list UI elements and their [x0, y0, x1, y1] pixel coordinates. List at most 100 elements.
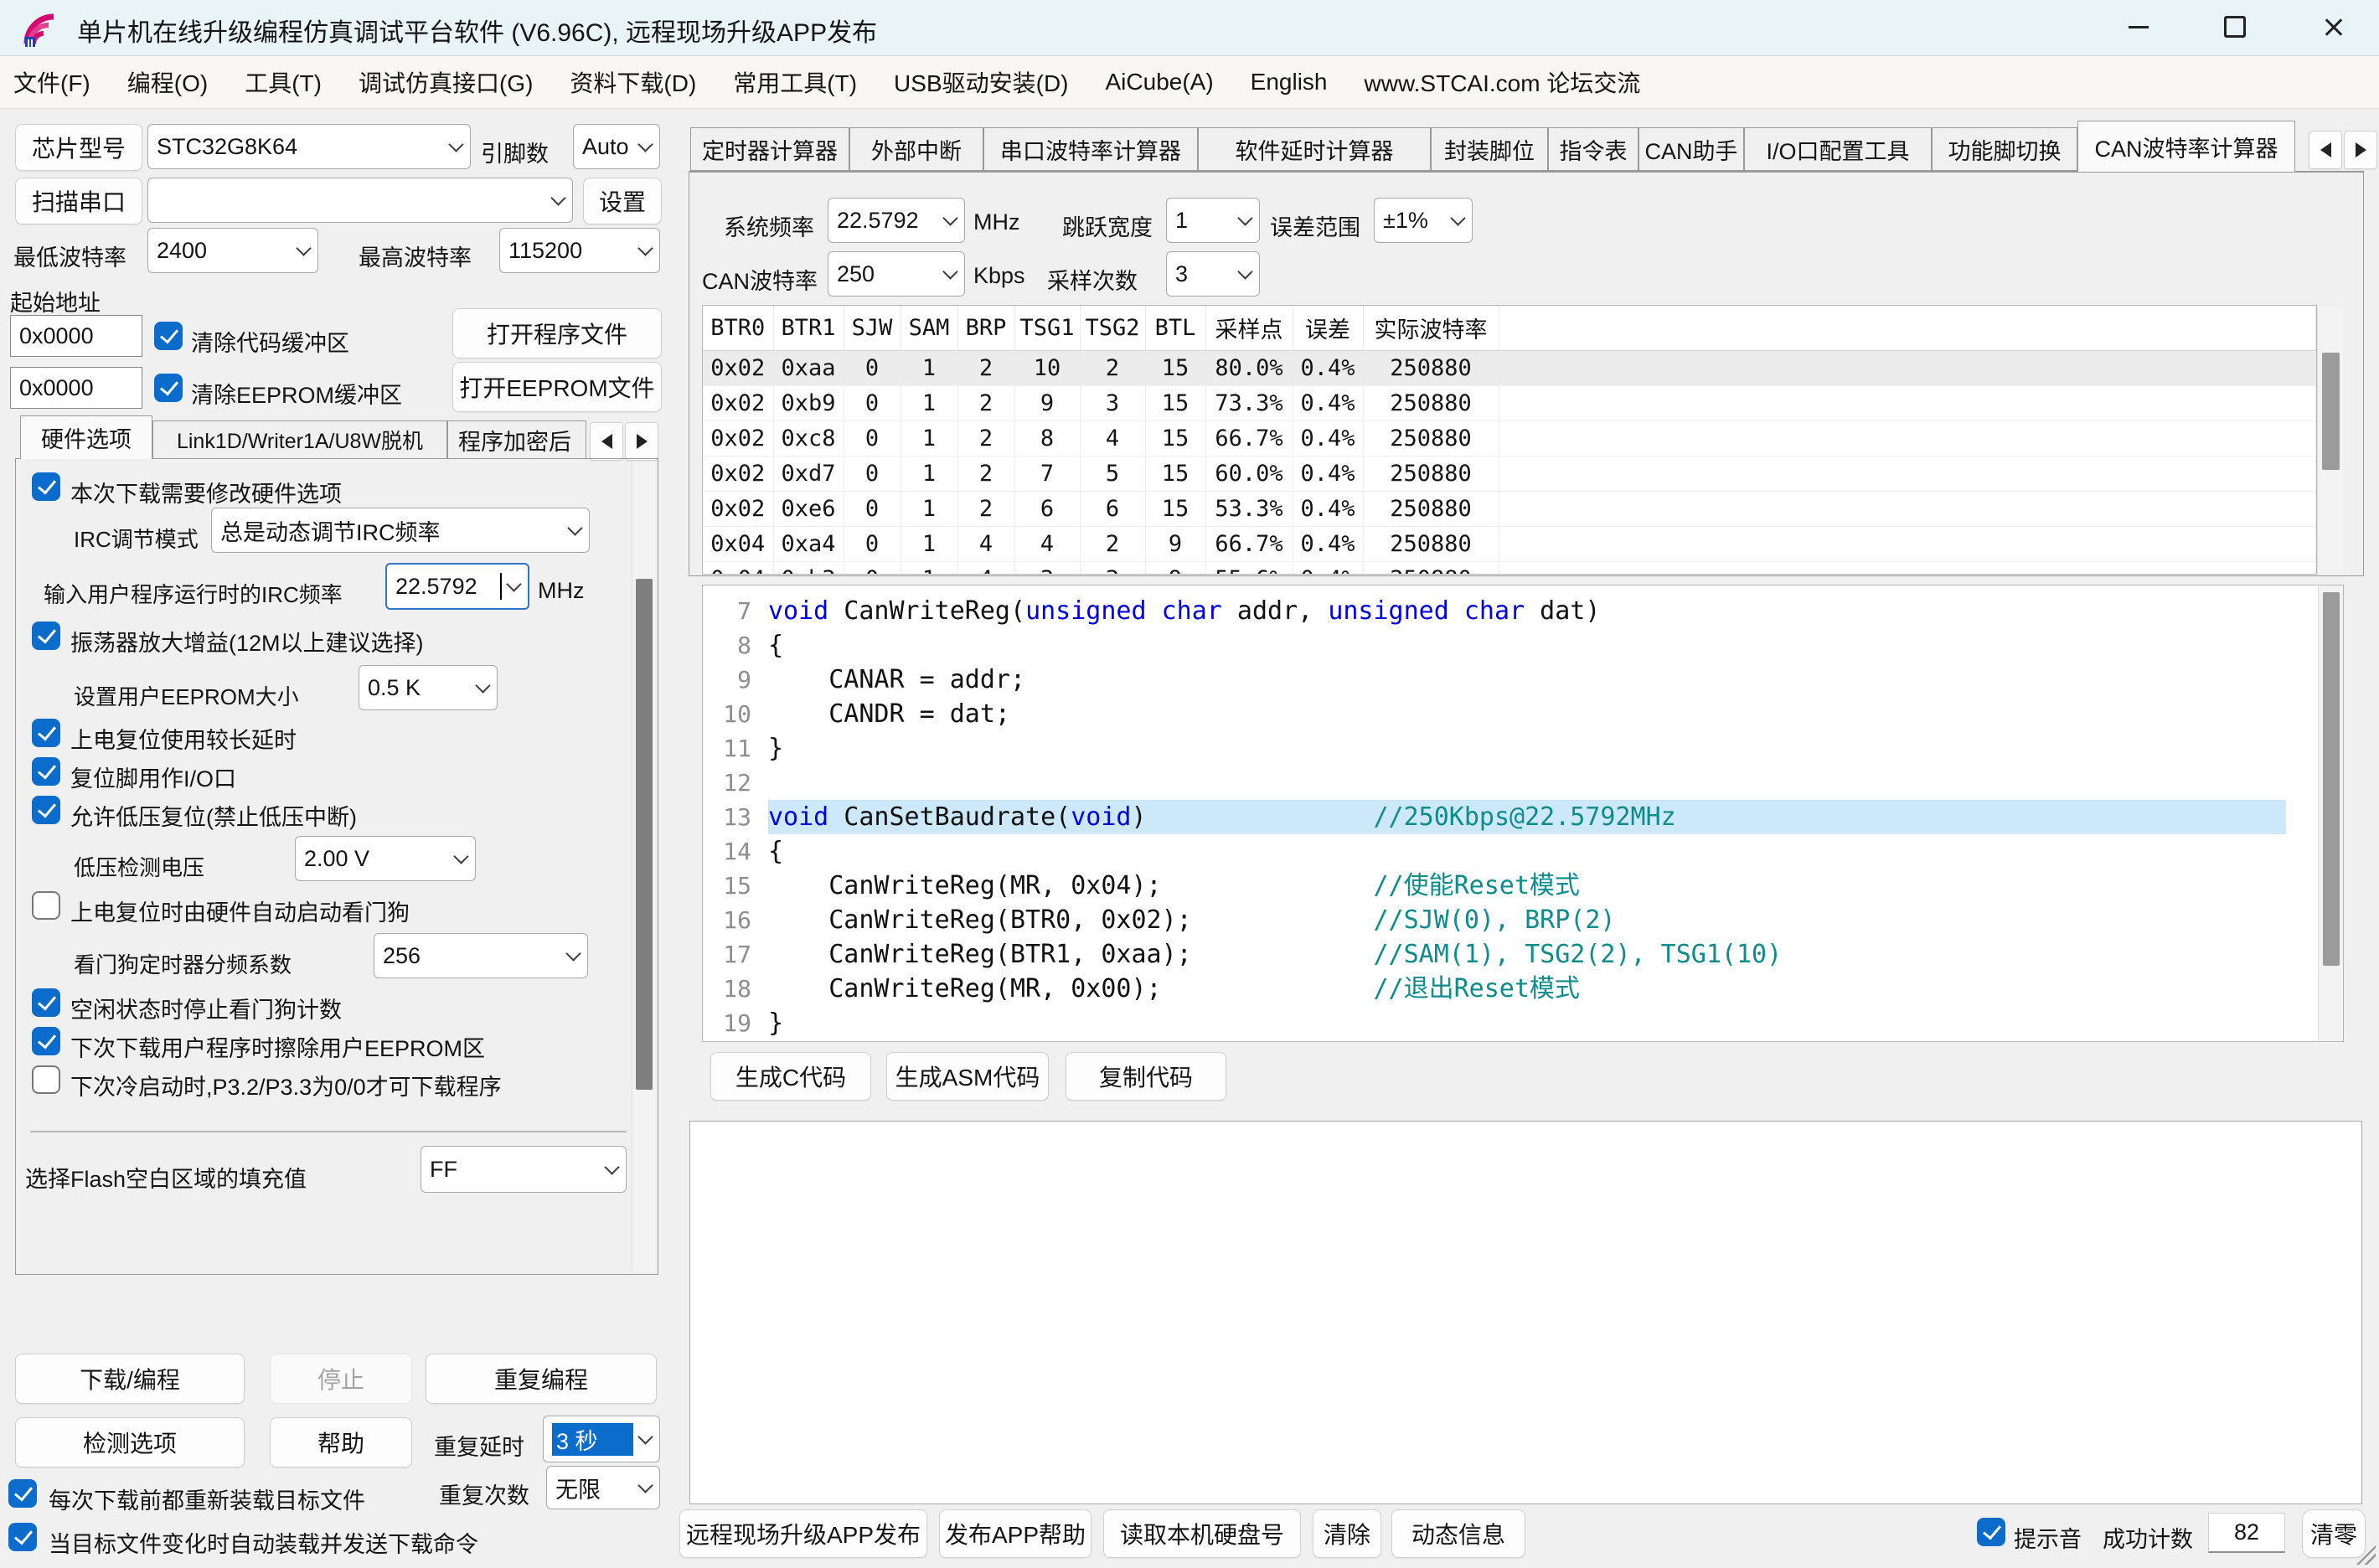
- lvd-select[interactable]: 2.00 V: [295, 836, 476, 881]
- can-baud-result-table[interactable]: BTR0 BTR1 SJW SAM BRP TSG1 TSG2 BTL 采样点 误差 实际波特率 0x…: [702, 305, 2317, 575]
- eeprom-size-select[interactable]: 0.5 K: [359, 665, 498, 710]
- clear-code-buffer-checkbox[interactable]: [154, 322, 183, 350]
- open-program-file-button[interactable]: 打开程序文件: [452, 308, 662, 358]
- code-viewer[interactable]: 67void CanWriteReg(unsigned char addr, u…: [702, 585, 2344, 1042]
- clear-log-button[interactable]: 清除: [1313, 1509, 1381, 1558]
- tab-offline-writer[interactable]: Link1D/Writer1A/U8W脱机: [152, 420, 447, 459]
- generate-c-code-button[interactable]: 生成C代码: [710, 1052, 871, 1101]
- menu-downloads[interactable]: 资料下载(D): [570, 65, 696, 99]
- resize-grip[interactable]: [2354, 1543, 2376, 1565]
- column-header[interactable]: SAM: [901, 306, 958, 351]
- eeprom-address-input[interactable]: 0x0000: [10, 367, 142, 409]
- output-log-panel[interactable]: [689, 1121, 2362, 1504]
- chip-model-button[interactable]: 芯片型号: [15, 124, 142, 171]
- column-header[interactable]: BRP: [957, 306, 1015, 351]
- tab-scroll-right-button[interactable]: [625, 422, 658, 461]
- dynamic-info-button[interactable]: 动态信息: [1391, 1509, 1525, 1558]
- wdt-idle-stop-checkbox[interactable]: [32, 988, 60, 1017]
- column-header[interactable]: SJW: [844, 306, 901, 351]
- por-delay-checkbox[interactable]: [32, 719, 60, 747]
- pin-count-select[interactable]: Auto: [573, 124, 660, 169]
- column-header[interactable]: TSG1: [1014, 306, 1081, 351]
- column-header[interactable]: BTR0: [703, 306, 774, 351]
- table-row[interactable]: 0x02 0xaa 0 1 2 10 2 15 80.0% 0.4% 250880: [703, 350, 2316, 386]
- min-baud-select[interactable]: 2400: [147, 228, 318, 273]
- table-row[interactable]: 0x02 0xe6 0 1 2 6 6 15 53.3% 0.4% 250880: [703, 491, 2316, 527]
- right-tab-scroll-left-button[interactable]: [2309, 131, 2342, 169]
- publish-help-button[interactable]: 发布APP帮助: [939, 1509, 1091, 1558]
- tab-uart-baud-calculator[interactable]: 串口波特率计算器: [983, 127, 1198, 171]
- download-program-button[interactable]: 下载/编程: [15, 1354, 245, 1404]
- read-disk-id-button[interactable]: 读取本机硬盘号: [1103, 1509, 1301, 1558]
- maximize-button[interactable]: [2208, 0, 2262, 54]
- sample-count-select[interactable]: 3: [1166, 251, 1260, 297]
- menu-program[interactable]: 编程(O): [127, 65, 208, 99]
- table-scrollbar[interactable]: [2317, 306, 2343, 574]
- repeat-program-button[interactable]: 重复编程: [426, 1354, 657, 1404]
- code-address-input[interactable]: 0x0000: [10, 315, 142, 357]
- repeat-delay-select[interactable]: 3 秒: [543, 1416, 660, 1462]
- tab-can-assistant[interactable]: CAN助手: [1638, 127, 1744, 171]
- menu-tools[interactable]: 工具(T): [245, 65, 322, 99]
- osc-gain-checkbox[interactable]: [32, 622, 60, 650]
- tab-timer-calculator[interactable]: 定时器计算器: [690, 127, 849, 171]
- menu-aicube[interactable]: AiCube(A): [1106, 69, 1214, 95]
- menu-debug-interface[interactable]: 调试仿真接口(G): [359, 65, 533, 99]
- sys-freq-input[interactable]: 22.5792: [828, 198, 965, 243]
- serial-port-select[interactable]: [147, 178, 573, 223]
- irc-mode-select[interactable]: 总是动态调节IRC频率: [211, 508, 590, 553]
- error-range-select[interactable]: ±1%: [1374, 198, 1473, 243]
- column-header[interactable]: BTL: [1145, 306, 1206, 351]
- column-header[interactable]: 采样点: [1205, 306, 1293, 351]
- beep-checkbox[interactable]: [1977, 1518, 2005, 1546]
- open-eeprom-file-button[interactable]: 打开EEPROM文件: [452, 362, 662, 412]
- tab-io-config-tool[interactable]: I/O口配置工具: [1744, 127, 1932, 171]
- hardware-options-scrollbar[interactable]: [632, 462, 655, 1271]
- menu-common-tools[interactable]: 常用工具(T): [733, 65, 857, 99]
- right-tab-scroll-right-button[interactable]: [2344, 131, 2377, 169]
- p32-p33-download-checkbox[interactable]: [32, 1065, 60, 1094]
- column-header[interactable]: BTR1: [773, 306, 844, 351]
- repeat-count-select[interactable]: 无限: [546, 1466, 660, 1509]
- tab-function-pin-switch[interactable]: 功能脚切换: [1932, 127, 2077, 171]
- generate-asm-code-button[interactable]: 生成ASM代码: [886, 1052, 1049, 1101]
- tab-software-delay-calculator[interactable]: 软件延时计算器: [1198, 127, 1431, 171]
- tab-scroll-left-button[interactable]: [590, 422, 623, 461]
- settings-button[interactable]: 设置: [583, 178, 662, 224]
- close-button[interactable]: [2307, 0, 2361, 54]
- can-baud-input[interactable]: 250: [828, 251, 965, 297]
- table-row[interactable]: 0x02 0xc8 0 1 2 8 4 15 66.7% 0.4% 250880: [703, 420, 2316, 456]
- lvr-checkbox[interactable]: [32, 796, 60, 824]
- chip-model-select[interactable]: STC32G8K64: [147, 124, 471, 169]
- erase-eeprom-next-checkbox[interactable]: [32, 1027, 60, 1055]
- table-row[interactable]: 0x040xb301433955.6%0.4%250880: [703, 561, 2316, 574]
- remote-upgrade-publish-button[interactable]: 远程现场升级APP发布: [679, 1509, 927, 1558]
- reload-target-checkbox[interactable]: [8, 1479, 37, 1508]
- menu-forum-link[interactable]: www.STCAI.com 论坛交流: [1365, 65, 1641, 99]
- menu-usb-driver[interactable]: USB驱动安装(D): [894, 65, 1068, 99]
- sjw-select[interactable]: 1: [1166, 198, 1260, 243]
- wdt-auto-start-checkbox[interactable]: [32, 891, 60, 920]
- menu-english[interactable]: English: [1251, 69, 1328, 95]
- table-row[interactable]: 0x02 0xd7 0 1 2 7 5 15 60.0% 0.4% 250880: [703, 456, 2316, 492]
- minimize-button[interactable]: [2112, 0, 2165, 54]
- tab-program-encrypt[interactable]: 程序加密后: [447, 420, 586, 459]
- column-header[interactable]: TSG2: [1080, 306, 1146, 351]
- check-options-button[interactable]: 检测选项: [15, 1417, 245, 1467]
- flash-fill-select[interactable]: FF: [421, 1146, 627, 1193]
- reset-as-io-checkbox[interactable]: [32, 757, 60, 786]
- scan-serial-button[interactable]: 扫描串口: [15, 178, 142, 224]
- irc-freq-input[interactable]: 22.5792: [385, 563, 529, 610]
- tab-hardware-options[interactable]: 硬件选项: [20, 415, 152, 459]
- help-button[interactable]: 帮助: [270, 1417, 412, 1467]
- max-baud-select[interactable]: 115200: [499, 228, 660, 273]
- table-row[interactable]: 0x04 0xa4 0 1 4 4 2 9 66.7% 0.4% 250880: [703, 526, 2316, 562]
- menu-file[interactable]: 文件(F): [13, 65, 90, 99]
- tab-package-pinout[interactable]: 封装脚位: [1431, 127, 1548, 171]
- tab-external-interrupt[interactable]: 外部中断: [849, 127, 983, 171]
- wdt-divider-select[interactable]: 256: [374, 933, 588, 978]
- stop-button[interactable]: 停止: [270, 1354, 412, 1404]
- modify-hw-options-checkbox[interactable]: [32, 472, 60, 501]
- tab-can-baud-calculator[interactable]: CAN波特率计算器: [2077, 121, 2295, 172]
- tab-instruction-table[interactable]: 指令表: [1548, 127, 1638, 171]
